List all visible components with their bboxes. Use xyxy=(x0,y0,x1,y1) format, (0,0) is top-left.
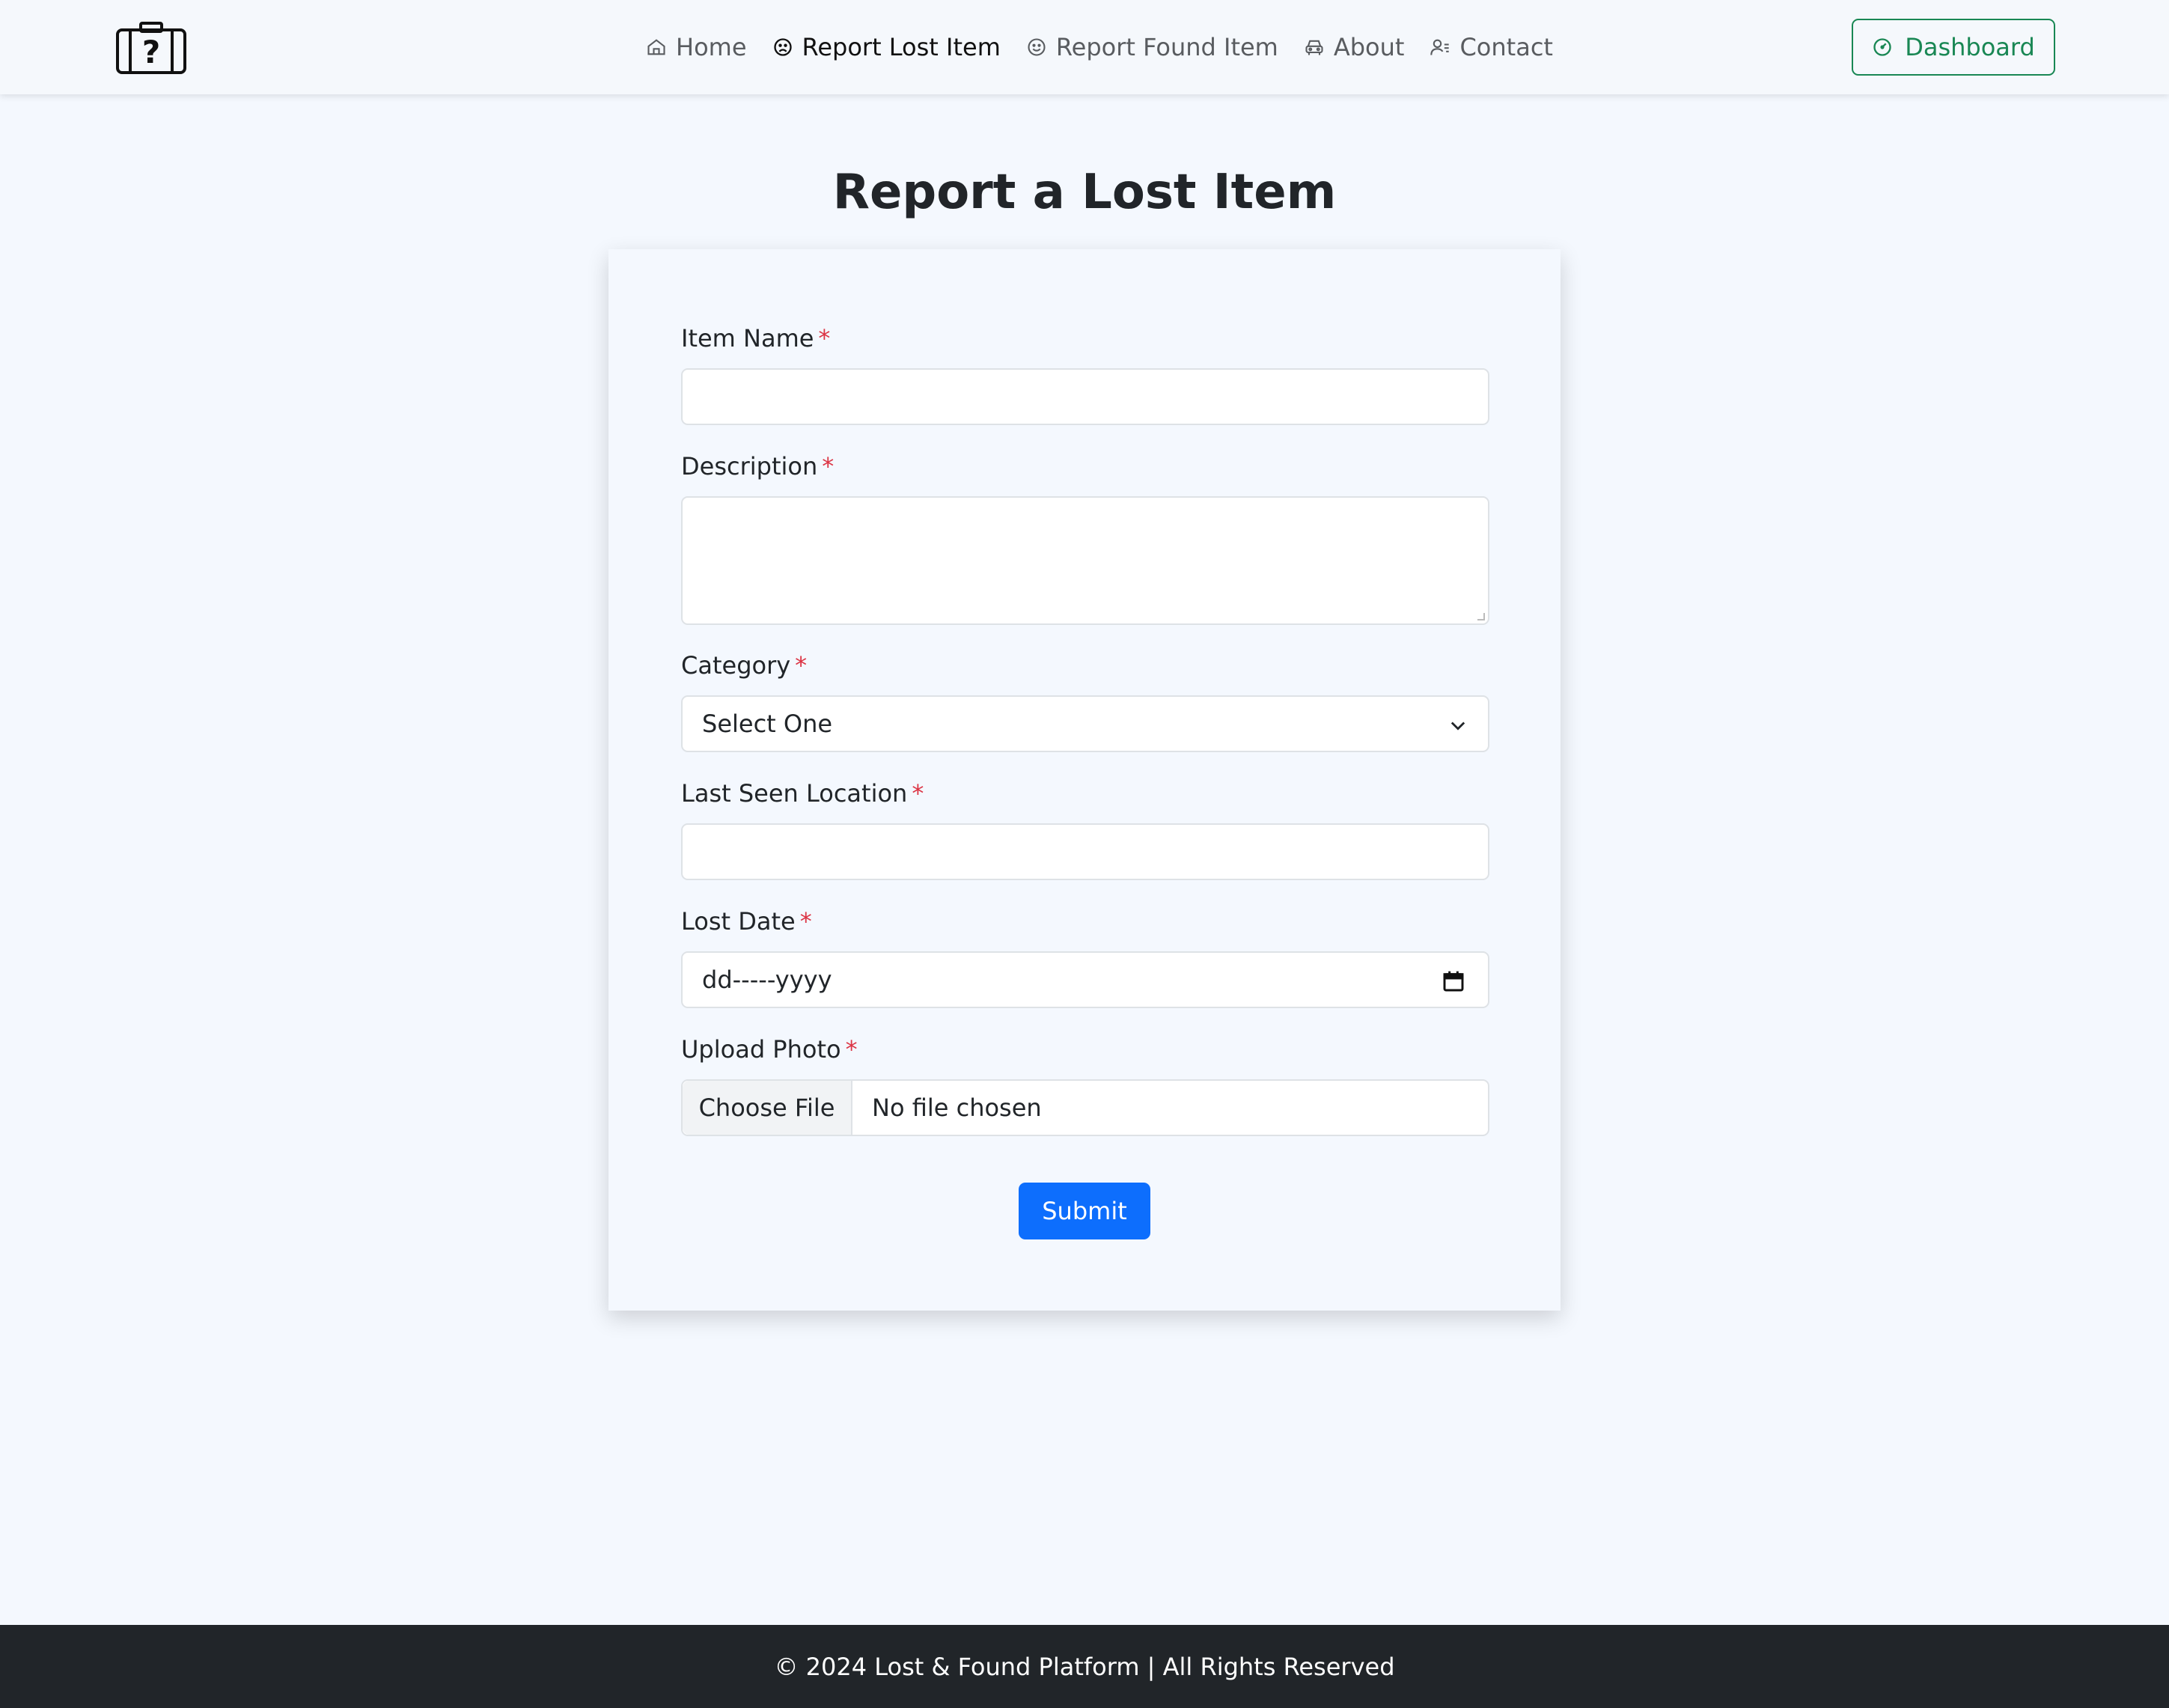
top-navbar: ? Home Report Lost Item Report Found Ite… xyxy=(0,0,2169,94)
speedometer-icon xyxy=(1873,38,1891,56)
required-mark: * xyxy=(818,324,831,353)
required-mark: * xyxy=(845,1035,858,1064)
category-selected-value: Select One xyxy=(702,710,833,738)
category-select[interactable]: Select One xyxy=(681,695,1489,752)
date-input[interactable]: dd-----yyyy xyxy=(681,951,1489,1008)
description-group: Description * xyxy=(681,452,1489,625)
dashboard-button[interactable]: Dashboard xyxy=(1852,19,2055,76)
dashboard-button-label: Dashboard xyxy=(1905,33,2035,61)
location-input[interactable] xyxy=(681,823,1489,880)
resize-handle[interactable] xyxy=(1477,613,1485,620)
nav-report-found[interactable]: Report Found Item xyxy=(1026,33,1278,61)
nav-report-found-label: Report Found Item xyxy=(1055,33,1278,61)
nav-home[interactable]: Home xyxy=(646,33,747,61)
photo-group: Upload Photo * Choose File No file chosen xyxy=(681,1035,1489,1136)
chevron-down-icon xyxy=(1450,722,1465,731)
photo-label: Upload Photo * xyxy=(681,1035,858,1064)
nav-about[interactable]: About xyxy=(1304,33,1405,61)
page-title: Report a Lost Item xyxy=(832,165,1337,220)
smile-face-icon xyxy=(1028,38,1046,56)
item-name-group: Item Name * xyxy=(681,324,1489,425)
footer-text: © 2024 Lost & Found Platform | All Right… xyxy=(774,1652,1395,1681)
footer: © 2024 Lost & Found Platform | All Right… xyxy=(0,1625,2169,1708)
required-mark: * xyxy=(822,452,835,481)
home-icon xyxy=(647,39,665,55)
description-textarea[interactable] xyxy=(681,496,1489,625)
choose-file-button[interactable]: Choose File xyxy=(683,1081,852,1135)
date-placeholder: dd-----yyyy xyxy=(702,966,832,994)
sad-face-icon xyxy=(773,38,792,56)
calendar-icon[interactable] xyxy=(1442,969,1465,994)
description-label: Description * xyxy=(681,452,835,481)
date-group: Lost Date * dd-----yyyy xyxy=(681,907,1489,1008)
submit-button[interactable]: Submit xyxy=(1019,1183,1150,1239)
photo-file-input[interactable]: Choose File No file chosen xyxy=(681,1079,1489,1136)
category-group: Category * Select One xyxy=(681,651,1489,752)
contact-icon xyxy=(1430,39,1450,55)
item-name-label: Item Name * xyxy=(681,324,831,353)
nav-report-lost[interactable]: Report Lost Item xyxy=(772,33,1001,61)
nav-about-label: About xyxy=(1333,33,1405,61)
required-mark: * xyxy=(912,779,924,808)
car-icon xyxy=(1305,40,1323,55)
location-label: Last Seen Location * xyxy=(681,779,924,808)
file-status: No file chosen xyxy=(872,1094,1042,1122)
nav-contact-label: Contact xyxy=(1459,33,1553,61)
category-label: Category * xyxy=(681,651,808,680)
item-name-input[interactable] xyxy=(681,368,1489,425)
nav-report-lost-label: Report Lost Item xyxy=(802,33,1001,61)
lost-item-form-card: Item Name * Description * Category * Select… xyxy=(608,249,1561,1311)
location-group: Last Seen Location * xyxy=(681,779,1489,880)
required-mark: * xyxy=(799,907,812,936)
date-label: Lost Date * xyxy=(681,907,812,936)
nav-contact[interactable]: Contact xyxy=(1430,33,1553,61)
nav-home-label: Home xyxy=(676,33,747,61)
required-mark: * xyxy=(795,651,808,680)
